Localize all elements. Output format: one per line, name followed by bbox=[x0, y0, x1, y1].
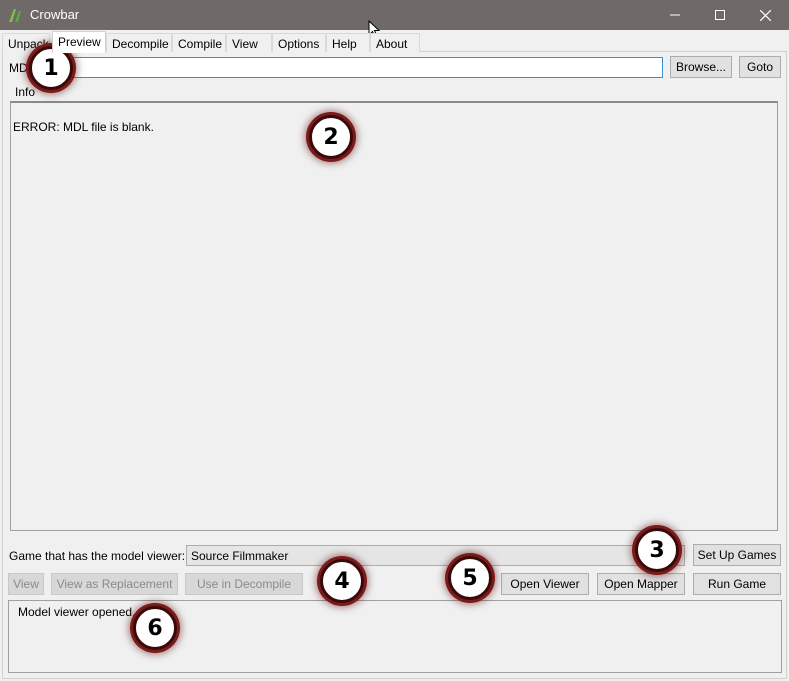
minimize-button[interactable] bbox=[652, 0, 698, 30]
tab-label: View bbox=[232, 37, 258, 51]
view-as-replacement-button[interactable]: View as Replacement bbox=[51, 573, 178, 595]
game-select-label: Game that has the model viewer: bbox=[9, 549, 186, 563]
tab-label: Options bbox=[278, 37, 320, 51]
crowbar-logo-icon bbox=[9, 9, 21, 22]
tab-view[interactable]: View bbox=[226, 33, 272, 52]
status-message: Model viewer opened. bbox=[18, 605, 136, 619]
tab-help[interactable]: Help bbox=[326, 33, 370, 52]
browse-button[interactable]: Browse... bbox=[670, 56, 732, 78]
annotation-badge-5: 5 bbox=[448, 556, 492, 600]
game-select-value: Source Filmmaker bbox=[191, 549, 289, 563]
title-bar: Crowbar bbox=[0, 0, 789, 38]
maximize-button[interactable] bbox=[697, 0, 743, 30]
tab-label: About bbox=[376, 37, 408, 51]
window-title: Crowbar bbox=[30, 7, 80, 22]
minimize-icon bbox=[670, 14, 680, 16]
view-button[interactable]: View bbox=[8, 573, 44, 595]
tab-compile[interactable]: Compile bbox=[172, 33, 226, 52]
tab-label: Help bbox=[332, 37, 357, 51]
game-select[interactable]: Source Filmmaker bbox=[186, 545, 685, 566]
tab-decompile[interactable]: Decompile bbox=[106, 33, 172, 52]
open-viewer-button[interactable]: Open Viewer bbox=[501, 573, 589, 595]
tab-label: Compile bbox=[178, 37, 223, 51]
tab-label: Decompile bbox=[112, 37, 169, 51]
mdl-file-input[interactable] bbox=[62, 57, 663, 78]
tab-label: Preview bbox=[58, 35, 101, 49]
use-in-decompile-button[interactable]: Use in Decompile bbox=[185, 573, 303, 595]
tab-options[interactable]: Options bbox=[272, 33, 326, 52]
close-icon bbox=[759, 9, 771, 21]
annotation-badge-6: 6 bbox=[133, 606, 177, 650]
annotation-badge-4: 4 bbox=[320, 559, 364, 603]
open-mapper-button[interactable]: Open Mapper bbox=[597, 573, 685, 595]
set-up-games-button[interactable]: Set Up Games bbox=[693, 544, 781, 566]
annotation-badge-2: 2 bbox=[309, 115, 353, 159]
maximize-icon bbox=[715, 10, 725, 20]
run-game-button[interactable]: Run Game bbox=[693, 573, 781, 595]
annotation-badge-3: 3 bbox=[635, 528, 679, 572]
goto-button[interactable]: Goto bbox=[739, 56, 781, 78]
info-text-area[interactable]: ERROR: MDL file is blank. bbox=[10, 101, 778, 531]
close-button[interactable] bbox=[742, 0, 788, 30]
info-group-label: Info bbox=[15, 85, 36, 99]
tab-preview[interactable]: Preview bbox=[52, 31, 106, 53]
tab-about[interactable]: About bbox=[370, 33, 420, 52]
status-log-area[interactable]: Model viewer opened. bbox=[8, 600, 782, 673]
info-message: ERROR: MDL file is blank. bbox=[13, 120, 154, 134]
